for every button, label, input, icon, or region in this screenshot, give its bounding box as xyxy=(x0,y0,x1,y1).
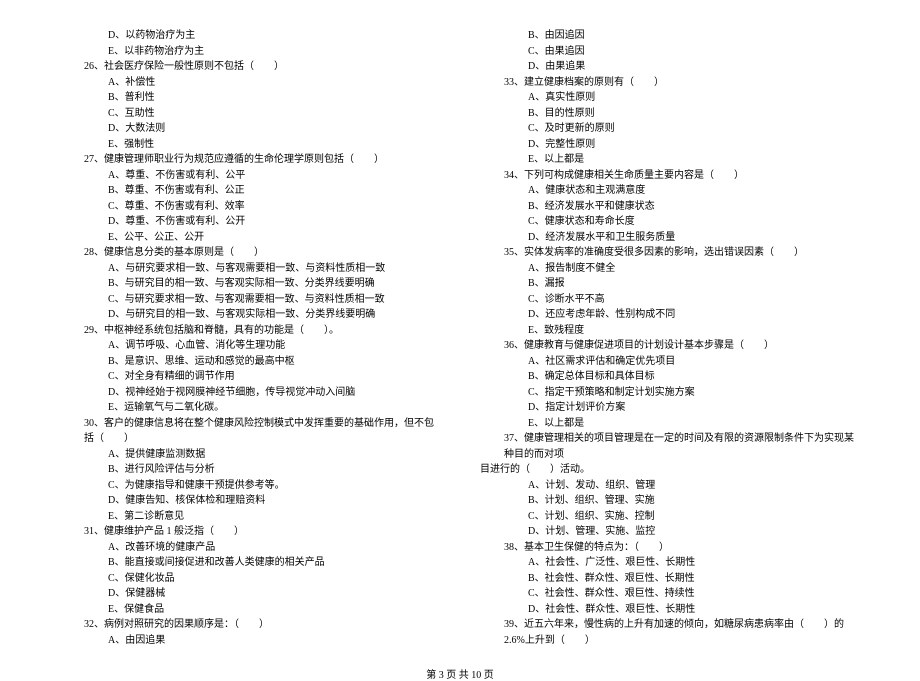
option-line: B、进行风险评估与分析 xyxy=(60,462,440,478)
option-line: A、社会性、广泛性、艰巨性、长期性 xyxy=(480,555,860,571)
question-stem: 38、基本卫生保健的特点为：（ ） xyxy=(480,540,860,556)
question-stem-line2: 目进行的（ ）活动。 xyxy=(480,462,860,478)
option-line: C、计划、组织、实施、控制 xyxy=(480,509,860,525)
option-line: D、由果追果 xyxy=(480,59,860,75)
option-line: B、社会性、群众性、艰巨性、长期性 xyxy=(480,571,860,587)
option-line: C、互助性 xyxy=(60,106,440,122)
option-line: D、完整性原则 xyxy=(480,137,860,153)
question-stem: 28、健康信息分类的基本原则是（ ） xyxy=(60,245,440,261)
option-line: D、健康告知、核保体检和理赔资料 xyxy=(60,493,440,509)
option-line: A、与研究要求相一致、与客观需要相一致、与资料性质相一致 xyxy=(60,261,440,277)
option-line: C、健康状态和寿命长度 xyxy=(480,214,860,230)
option-line: C、为健康指导和健康干预提供参考等。 xyxy=(60,478,440,494)
option-line: C、由果追因 xyxy=(480,44,860,60)
question-stem: 30、客户的健康信息将在整个健康风险控制模式中发挥重要的基础作用，但不包括（ ） xyxy=(60,416,440,447)
option-line: A、社区需求评估和确定优先项目 xyxy=(480,354,860,370)
option-line: A、由因追果 xyxy=(60,633,440,649)
page-footer: 第 3 页 共 10 页 xyxy=(426,670,494,681)
option-line: A、计划、发动、组织、管理 xyxy=(480,478,860,494)
option-line: B、尊重、不伤害或有利、公正 xyxy=(60,183,440,199)
option-line: B、普利性 xyxy=(60,90,440,106)
option-line: B、目的性原则 xyxy=(480,106,860,122)
option-line: C、尊重、不伤害或有利、效率 xyxy=(60,199,440,215)
question-stem: 36、健康教育与健康促进项目的计划设计基本步骤是（ ） xyxy=(480,338,860,354)
option-line: D、经济发展水平和卫生服务质量 xyxy=(480,230,860,246)
option-line: A、提供健康监测数据 xyxy=(60,447,440,463)
option-line: A、健康状态和主观满意度 xyxy=(480,183,860,199)
option-line: D、大数法则 xyxy=(60,121,440,137)
option-line: E、以上都是 xyxy=(480,152,860,168)
option-line: B、经济发展水平和健康状态 xyxy=(480,199,860,215)
option-line: D、计划、管理、实施、监控 xyxy=(480,524,860,540)
option-line: B、能直接或间接促进和改善人类健康的相关产品 xyxy=(60,555,440,571)
option-line: E、以非药物治疗为主 xyxy=(60,44,440,60)
option-line: D、指定计划评价方案 xyxy=(480,400,860,416)
option-line: E、公平、公正、公开 xyxy=(60,230,440,246)
question-stem: 34、下列可构成健康相关生命质量主要内容是（ ） xyxy=(480,168,860,184)
option-line: B、是意识、思维、运动和感觉的最高中枢 xyxy=(60,354,440,370)
option-line: E、以上都是 xyxy=(480,416,860,432)
option-line: D、社会性、群众性、艰巨性、长期性 xyxy=(480,602,860,618)
question-stem: 29、中枢神经系统包括脑和脊髓，具有的功能是（ ）。 xyxy=(60,323,440,339)
question-stem: 26、社会医疗保险一般性原则不包括（ ） xyxy=(60,59,440,75)
question-stem: 33、建立健康档案的原则有（ ） xyxy=(480,75,860,91)
question-stem: 31、健康维护产品 1 般泛指（ ） xyxy=(60,524,440,540)
option-line: D、保健器械 xyxy=(60,586,440,602)
option-line: E、第二诊断意见 xyxy=(60,509,440,525)
question-stem: 35、实体发病率的准确度受很多因素的影响，选出错误因素（ ） xyxy=(480,245,860,261)
option-line: B、与研究目的相一致、与客观实际相一致、分类界线要明确 xyxy=(60,276,440,292)
option-line: C、对全身有精细的调节作用 xyxy=(60,369,440,385)
option-line: E、保健食品 xyxy=(60,602,440,618)
question-stem: 37、健康管理相关的项目管理是在一定的时间及有限的资源限制条件下为实现某种目的而… xyxy=(480,431,860,462)
option-line: C、保健化妆品 xyxy=(60,571,440,587)
option-line: E、致残程度 xyxy=(480,323,860,339)
option-line: D、与研究目的相一致、与客观实际相一致、分类界线要明确 xyxy=(60,307,440,323)
option-line: B、计划、组织、管理、实施 xyxy=(480,493,860,509)
option-line: B、确定总体目标和具体目标 xyxy=(480,369,860,385)
question-stem: 39、近五六年来，慢性病的上升有加速的倾向，如糖尿病患病率由（ ）的 2.6%上… xyxy=(480,617,860,648)
option-line: B、漏报 xyxy=(480,276,860,292)
option-line: B、由因追因 xyxy=(480,28,860,44)
option-line: C、指定干预策略和制定计划实施方案 xyxy=(480,385,860,401)
option-line: A、报告制度不健全 xyxy=(480,261,860,277)
option-line: C、诊断水平不高 xyxy=(480,292,860,308)
question-stem: 27、健康管理师职业行为规范应遵循的生命伦理学原则包括（ ） xyxy=(60,152,440,168)
option-line: A、尊重、不伤害或有利、公平 xyxy=(60,168,440,184)
option-line: D、尊重、不伤害或有利、公开 xyxy=(60,214,440,230)
option-line: C、社会性、群众性、艰巨性、持续性 xyxy=(480,586,860,602)
option-line: A、真实性原则 xyxy=(480,90,860,106)
option-line: A、改善环境的健康产品 xyxy=(60,540,440,556)
option-line: D、视神经始于视网膜神经节细胞，传导视觉冲动入间脑 xyxy=(60,385,440,401)
option-line: C、及时更新的原则 xyxy=(480,121,860,137)
option-line: D、还应考虑年龄、性别构成不同 xyxy=(480,307,860,323)
option-line: C、与研究要求相一致、与客观需要相一致、与资料性质相一致 xyxy=(60,292,440,308)
question-stem: 32、病例对照研究的因果顺序是：（ ） xyxy=(60,617,440,633)
option-line: A、补偿性 xyxy=(60,75,440,91)
option-line: E、强制性 xyxy=(60,137,440,153)
option-line: A、调节呼吸、心血管、消化等生理功能 xyxy=(60,338,440,354)
option-line: E、运输氧气与二氧化碳。 xyxy=(60,400,440,416)
option-line: D、以药物治疗为主 xyxy=(60,28,440,44)
